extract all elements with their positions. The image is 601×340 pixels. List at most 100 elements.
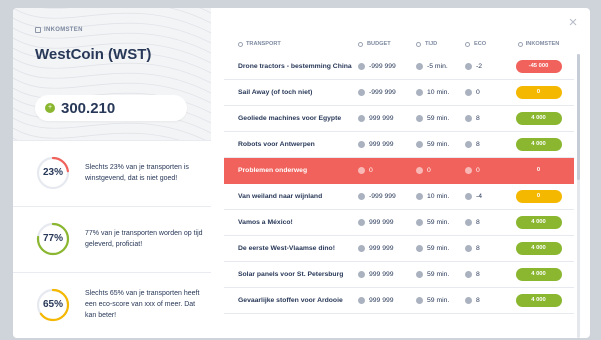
time-value: 59 min.	[427, 245, 450, 252]
eco-cell: 8	[465, 141, 503, 148]
time-value: 10 min.	[427, 89, 450, 96]
clock-icon	[416, 245, 423, 252]
eco-cell: 8	[465, 245, 503, 252]
leaf-icon	[465, 219, 472, 226]
transport-name: Geoliede machines voor Egypte	[238, 115, 342, 122]
leaf-icon	[465, 141, 472, 148]
eco-cell: -4	[465, 193, 503, 200]
leaf-icon	[465, 167, 472, 174]
table-header: TRANSPORT BUDGET TIJD ECO INKOMSTEN	[224, 34, 574, 54]
coin-icon	[358, 141, 365, 148]
transport-name: Gevaarlijke stoffen voor Ardooie	[238, 297, 343, 304]
time-value: 59 min.	[427, 271, 450, 278]
eco-value: 0	[476, 167, 480, 174]
time-cell: 0	[416, 167, 465, 174]
budget-value: 999 999	[369, 115, 394, 122]
eco-cell: 8	[465, 115, 503, 122]
leaf-icon	[465, 63, 472, 70]
table-row[interactable]: De eerste West-Vlaamse dino! 999 999 59 mi…	[224, 236, 574, 262]
income-cell: -45 000	[503, 60, 574, 73]
transport-name: Solar panels voor St. Petersburg	[238, 271, 344, 278]
table-row[interactable]: Solar panels voor St. Petersburg 999 999 5…	[224, 262, 574, 288]
income-cell: 4 000	[503, 216, 574, 229]
leaf-icon	[465, 41, 470, 47]
time-cell: 59 min.	[416, 245, 465, 252]
budget-value: -999 999	[369, 63, 396, 70]
income-badge: 4 000	[515, 112, 562, 125]
transport-name: De eerste West-Vlaamse dino!	[238, 245, 335, 252]
budget-value: 999 999	[369, 141, 394, 148]
header-tijd[interactable]: TIJD	[416, 41, 465, 47]
section-tag: INKOMSTEN	[35, 27, 83, 33]
table-row[interactable]: Vamos a México! 999 999 59 min. 8 4 000	[224, 210, 574, 236]
table-row[interactable]: Robots voor Antwerpen 999 999 59 min. 8 4 00…	[224, 132, 574, 158]
balance-value: 300.210	[61, 99, 116, 117]
clock-icon	[416, 63, 423, 70]
income-cell: 0	[503, 86, 574, 99]
income-badge: 0	[515, 86, 562, 99]
leaf-icon	[465, 245, 472, 252]
clock-icon	[416, 271, 423, 278]
table-row[interactable]: Drone tractors - bestemming China -999 99…	[224, 54, 574, 80]
clock-icon	[416, 89, 423, 96]
budget-cell: 999 999	[358, 115, 416, 122]
time-value: 0	[427, 167, 431, 174]
eco-value: 8	[476, 245, 480, 252]
table-row[interactable]: Gevaarlijke stoffen voor Ardooie 999 999 5…	[224, 288, 574, 314]
eco-cell: 0	[465, 167, 503, 174]
coin-icon	[358, 245, 365, 252]
income-cell: 4 000	[503, 138, 574, 151]
coin-icon	[358, 115, 365, 122]
income-badge: -45 000	[515, 60, 562, 73]
budget-value: 999 999	[369, 297, 394, 304]
stat-eco: 65% Slechts 65% van je transporten heeft…	[13, 272, 211, 336]
stat-percentage: 23%	[42, 167, 63, 178]
close-icon[interactable]: ×	[566, 15, 580, 30]
stat-percentage: 65%	[42, 299, 63, 310]
coin-icon	[358, 271, 365, 278]
eco-value: 8	[476, 297, 480, 304]
time-value: 59 min.	[427, 219, 450, 226]
route-icon	[238, 41, 243, 47]
table-row[interactable]: Geoliede machines voor Egypte 999 999 59 m…	[224, 106, 574, 132]
income-cell: 4 000	[503, 242, 574, 255]
header-eco[interactable]: ECO	[465, 41, 503, 47]
eco-value: 8	[476, 219, 480, 226]
transport-name: Sail Away (of toch niet)	[238, 89, 313, 96]
leaf-icon	[465, 193, 472, 200]
coin-header: INKOMSTEN WestCoin (WST) + 300.210	[13, 8, 211, 140]
wave-line	[13, 67, 211, 94]
table-row[interactable]: Van weiland naar wijnland -999 999 10 min.…	[224, 184, 574, 210]
income-cell: 0	[503, 190, 574, 203]
coin-icon	[358, 193, 365, 200]
stat-profitable: 23% Slechts 23% van je transporten is wi…	[13, 140, 211, 204]
transport-name: Problemen onderweg	[238, 167, 308, 174]
time-cell: 59 min.	[416, 271, 465, 278]
income-cell: 0	[503, 164, 574, 177]
table-row[interactable]: Problemen onderweg 0 0 0 0	[224, 158, 574, 184]
eco-cell: 8	[465, 297, 503, 304]
eco-cell: 8	[465, 219, 503, 226]
budget-cell: -999 999	[358, 193, 416, 200]
wave-line	[13, 127, 180, 140]
header-transport[interactable]: TRANSPORT	[224, 41, 358, 47]
budget-value: 999 999	[369, 219, 394, 226]
leaf-icon	[465, 89, 472, 96]
scrollbar-thumb[interactable]	[577, 54, 580, 180]
leaf-icon	[465, 115, 472, 122]
header-inkomsten[interactable]: INKOMSTEN	[503, 41, 574, 47]
income-badge: 0	[536, 167, 541, 173]
income-cell: 4 000	[503, 294, 574, 307]
time-value: 59 min.	[427, 141, 450, 148]
table-row[interactable]: Sail Away (of toch niet) -999 999 10 min. 0…	[224, 80, 574, 106]
income-badge: 4 000	[515, 294, 562, 307]
eco-value: -4	[476, 193, 483, 200]
coin-panel: INKOMSTEN WestCoin (WST) + 300.210 23% S…	[13, 8, 211, 338]
header-budget[interactable]: BUDGET	[358, 41, 416, 47]
transport-name: Vamos a México!	[238, 219, 293, 226]
time-cell: 59 min.	[416, 219, 465, 226]
scrollbar[interactable]	[577, 54, 580, 338]
eco-cell: -2	[465, 63, 503, 70]
clock-icon	[416, 297, 423, 304]
budget-value: 0	[369, 167, 373, 174]
